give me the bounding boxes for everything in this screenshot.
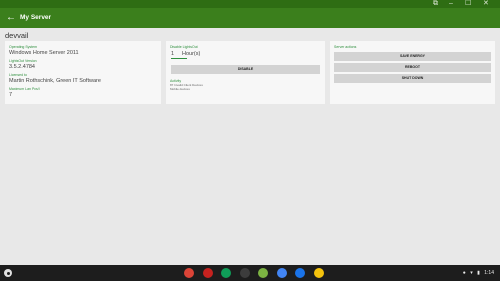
restore-icon[interactable]: ⧉ — [433, 0, 438, 8]
os-shelf: ● ▾ ▮ 1:14 — [0, 265, 500, 281]
page-title: My Server — [20, 14, 52, 21]
chrome-icon[interactable] — [184, 268, 194, 278]
hours-value: 1 — [171, 51, 175, 57]
server-info-card: Operating System Windows Home Server 201… — [5, 41, 161, 104]
max-pcs-label: Maximum Lan Pcs/l — [9, 87, 40, 91]
disable-lightsout-card: Disable LightsOut 1 Hour(s) DISABLE Acti… — [166, 41, 325, 104]
reboot-button[interactable]: REBOOT — [334, 63, 491, 72]
files-icon[interactable] — [295, 268, 305, 278]
close-icon[interactable]: ✕ — [483, 0, 489, 8]
back-arrow-icon[interactable]: ← — [6, 12, 16, 24]
minimize-icon[interactable]: – — [449, 0, 453, 8]
app-bar: ← My Server — [0, 8, 500, 28]
notification-icon: ● — [462, 270, 466, 276]
shut-down-button[interactable]: SHUT DOWN — [334, 74, 491, 83]
os-value: Windows Home Server 2011 — [9, 50, 79, 56]
settings-icon[interactable] — [276, 268, 287, 278]
actions-label: Server actions — [334, 45, 357, 49]
version-value: 3.5.2.4784 — [9, 64, 35, 70]
licensed-label: Licensed to — [9, 73, 27, 77]
hangouts-icon[interactable] — [221, 268, 231, 278]
maximize-icon[interactable]: ☐ — [465, 0, 471, 8]
version-label: LightsOut Version — [9, 59, 37, 63]
disable-label: Disable LightsOut — [170, 45, 198, 49]
clock: 1:14 — [484, 270, 494, 276]
android-app-icon[interactable] — [258, 268, 268, 278]
battery-icon: ▮ — [477, 270, 480, 276]
os-label: Operating System — [9, 45, 38, 49]
wifi-icon: ▾ — [470, 270, 473, 276]
activity-line: Mobile devices — [170, 87, 190, 91]
server-actions-card: Server actions SAVE ENERGY REBOOT SHUT D… — [330, 41, 495, 104]
hours-unit: Hour(s) — [182, 51, 201, 57]
max-pcs-value: 7 — [9, 92, 13, 98]
server-hostname: devvail — [5, 31, 29, 40]
window-titlebar: ⧉ – ☐ ✕ — [0, 0, 500, 8]
gmail-icon[interactable] — [202, 268, 213, 278]
save-energy-button[interactable]: SAVE ENERGY — [334, 52, 491, 61]
launcher-icon[interactable] — [4, 269, 12, 277]
licensed-value: Martin Rothschink, Green IT Software — [9, 78, 101, 84]
terminal-icon[interactable] — [239, 268, 250, 278]
disable-button[interactable]: DISABLE — [171, 65, 320, 74]
keep-icon[interactable] — [313, 268, 324, 278]
system-tray[interactable]: ● ▾ ▮ 1:14 — [460, 269, 494, 277]
